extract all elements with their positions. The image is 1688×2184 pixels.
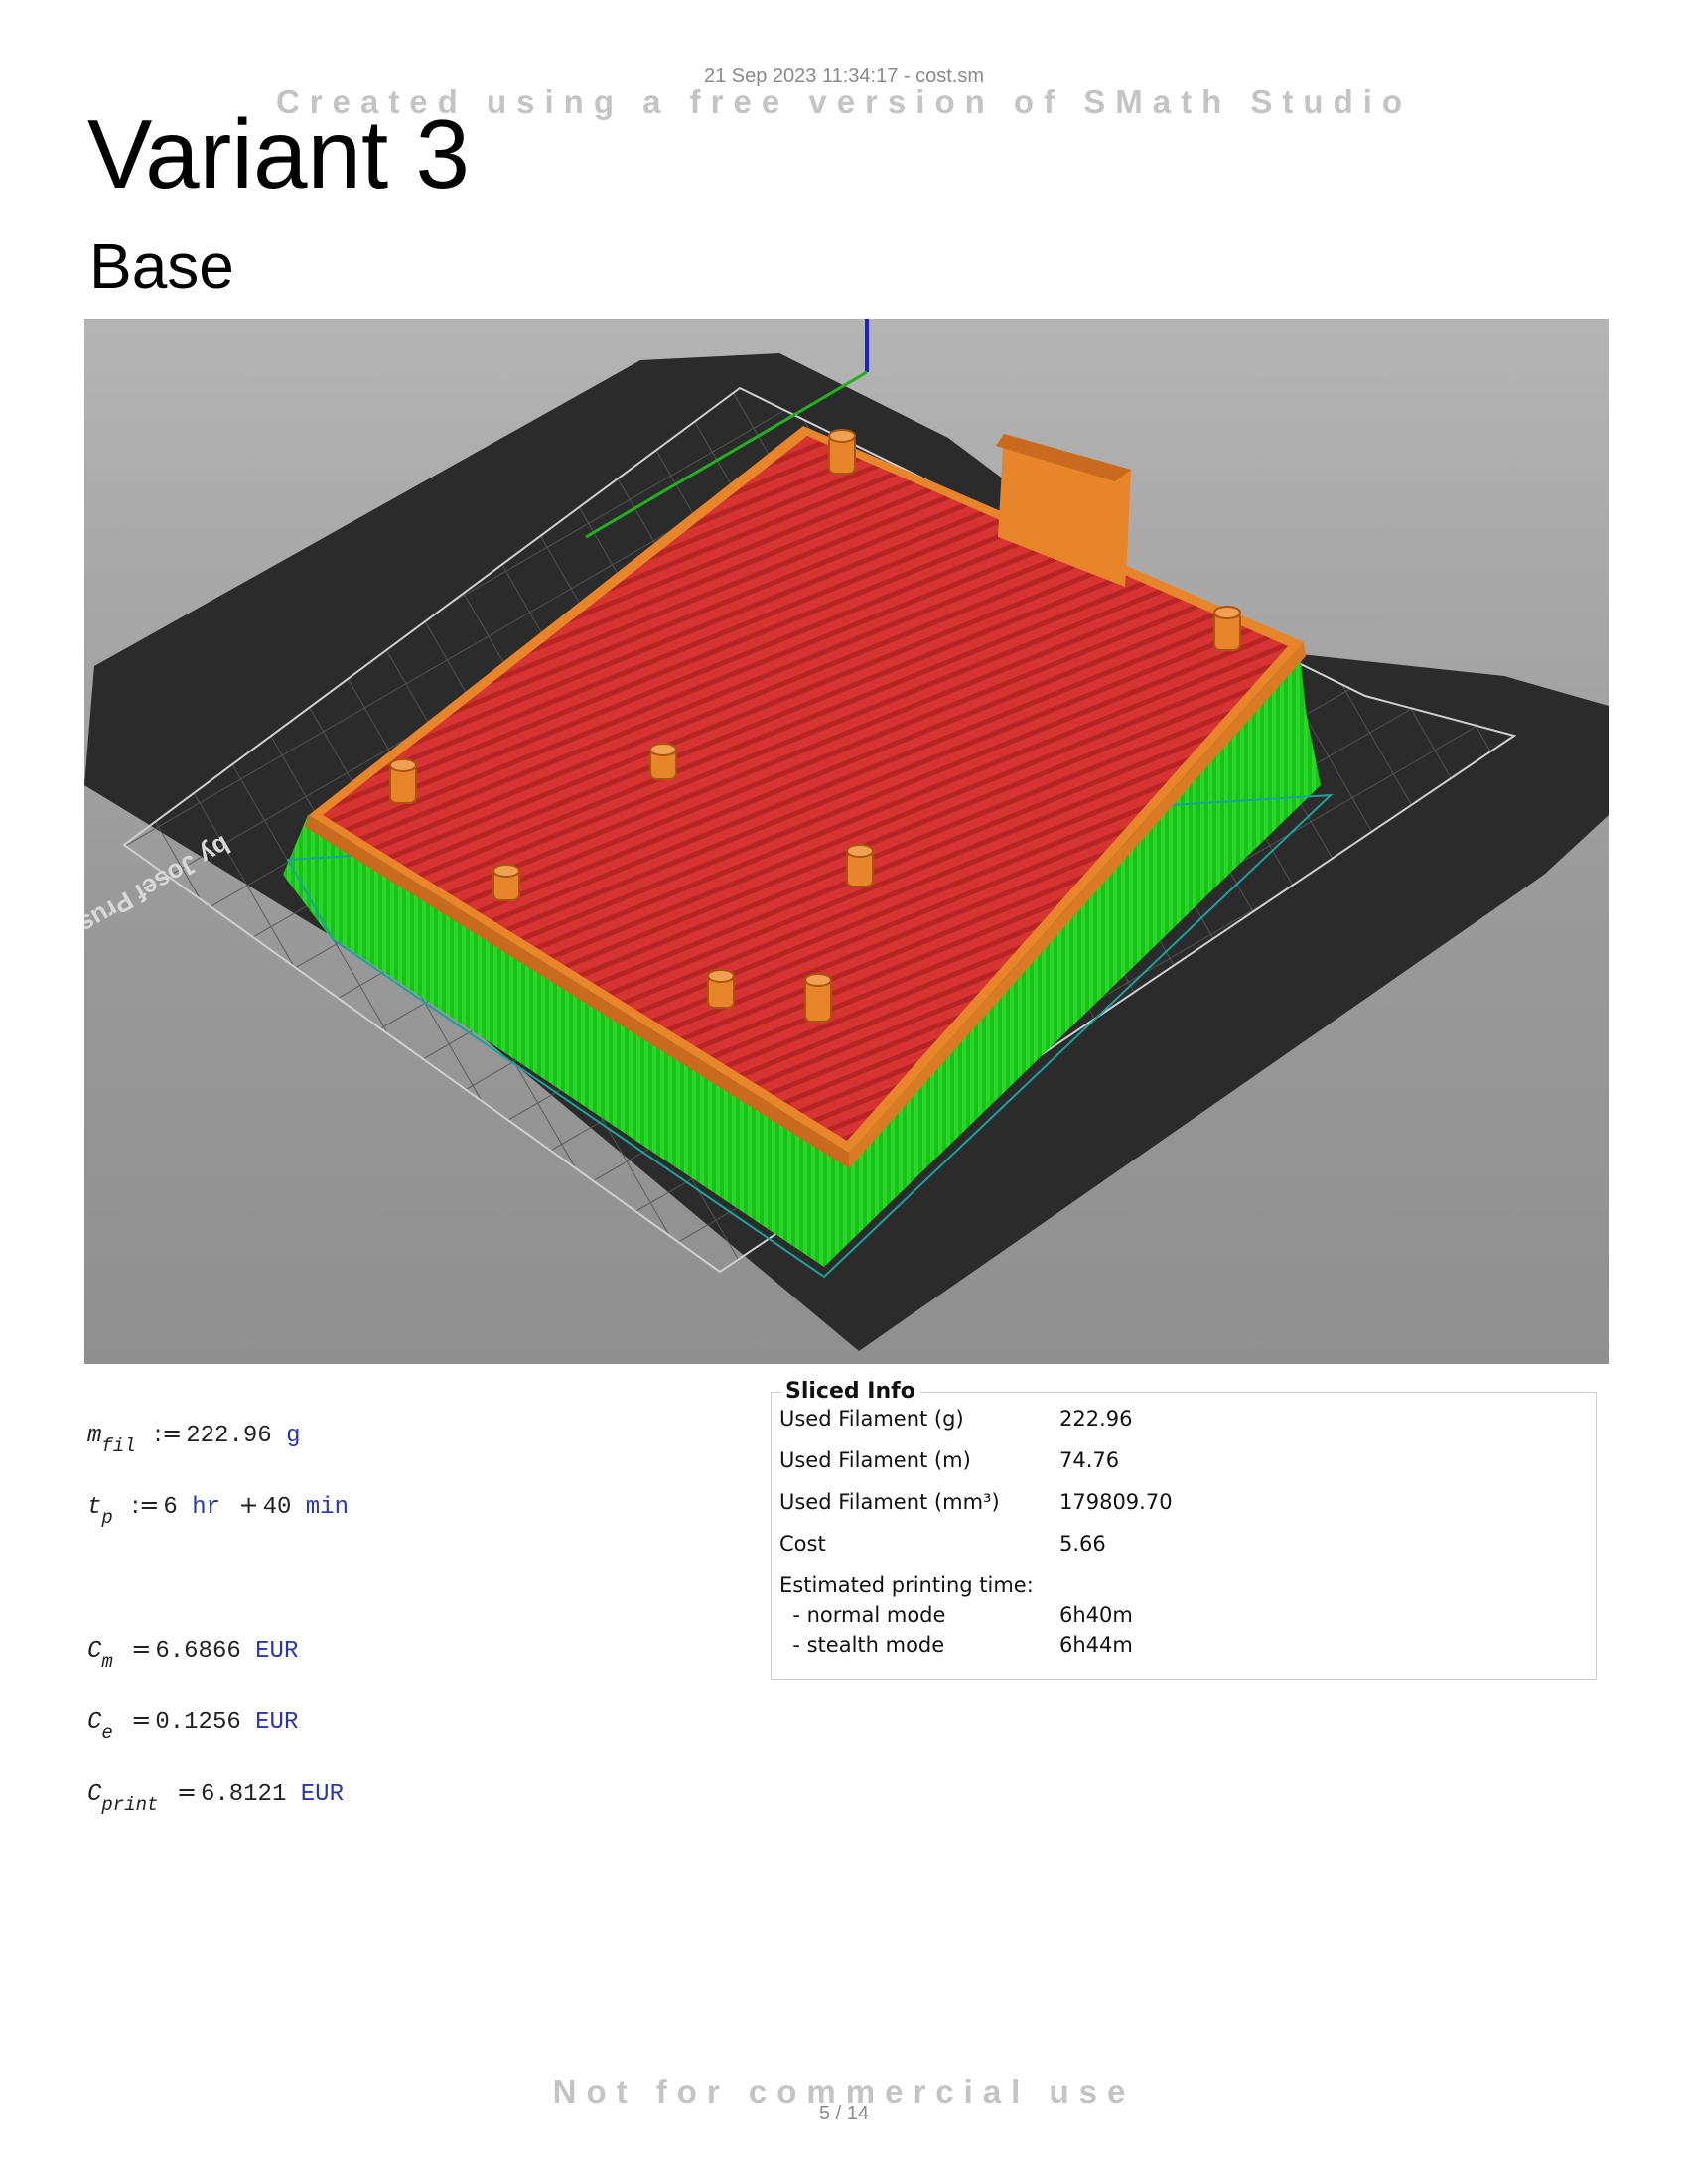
page-number: 5 / 14 [818,2103,870,2124]
row-value: 5.66 [1059,1532,1106,1556]
sub-fil: fil [101,1435,136,1457]
expr-c-e: Ce = 0.1256 EUR [87,1706,299,1744]
row-label: - stealth mode [779,1633,945,1657]
row-value: 6h44m [1059,1633,1133,1657]
assign-op: := [131,1491,160,1519]
hours-value: 6 [163,1494,178,1521]
slicer-preview-image: by Josef Prusa [84,319,1609,1364]
assign-op: := [154,1420,183,1447]
row-label: Used Filament (mm³) [779,1490,1000,1514]
sub-p: p [101,1507,113,1529]
unit-g: g [286,1423,301,1449]
var-c: C [87,1781,102,1808]
var-c: C [87,1709,102,1736]
equals-op: = [176,1778,197,1806]
c-e-value: 0.1256 [155,1709,241,1736]
slicer-preview-svg: by Josef Prusa [84,319,1609,1351]
expr-c-m: Cm = 6.6866 EUR [87,1635,299,1673]
unit-eur: EUR [255,1638,299,1665]
equals-op: = [131,1706,152,1734]
equals-op: = [131,1635,152,1663]
row-label: Used Filament (m) [779,1448,971,1472]
unit-eur: EUR [300,1781,344,1808]
var-m: m [87,1423,102,1449]
row-value: 179809.70 [1059,1490,1173,1514]
sub-e: e [101,1722,113,1744]
sub-m: m [101,1651,113,1673]
var-t: t [87,1494,102,1521]
unit-eur: EUR [255,1709,299,1736]
var-c: C [87,1638,102,1665]
unit-hr: hr [192,1494,221,1521]
row-label: Estimated printing time: [779,1573,1034,1597]
sliced-info-title: Sliced Info [781,1379,919,1404]
unit-min: min [305,1494,349,1521]
sub-print: print [101,1794,159,1816]
row-value: 6h40m [1059,1603,1133,1627]
m-fil-value: 222.96 [186,1423,272,1449]
sliced-info-panel: Sliced Info Used Filament (g) 222.96 Use… [771,1379,1597,1680]
row-value: 222.96 [1059,1407,1133,1431]
c-print-value: 6.8121 [200,1781,287,1808]
section-subtitle: Base [89,230,234,302]
plus-op: + [238,1491,259,1519]
expr-m-fil: mfil := 222.96 g [87,1420,301,1457]
c-m-value: 6.6866 [155,1638,241,1665]
row-label: Used Filament (g) [779,1407,964,1431]
expr-c-print: Cprint = 6.8121 EUR [87,1778,344,1816]
row-label: Cost [779,1532,826,1556]
row-value: 74.76 [1059,1448,1120,1472]
minutes-value: 40 [262,1494,292,1521]
row-label: - normal mode [779,1603,946,1627]
page-title: Variant 3 [87,99,470,208]
expr-t-p: tp := 6 hr +40 min [87,1491,349,1529]
